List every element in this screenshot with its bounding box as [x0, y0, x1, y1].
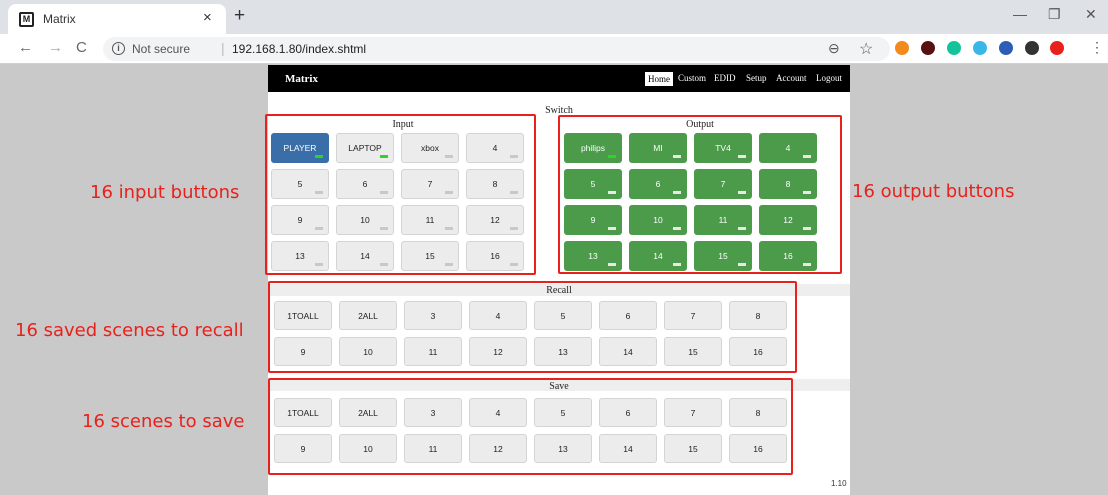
url-text[interactable]: 192.168.1.80/index.shtml [232, 42, 366, 56]
extensions-puzzle-icon[interactable] [1025, 41, 1039, 55]
recall-highlight-box [268, 281, 797, 373]
matrix-favicon-icon: M [19, 12, 34, 27]
browser-tab-bar: M Matrix × + — ❐ ✕ [0, 0, 1108, 34]
bookmark-star-icon[interactable]: ☆ [859, 39, 873, 59]
zoom-icon[interactable]: ⊖ [828, 40, 840, 57]
extension-4-icon[interactable] [973, 41, 987, 55]
address-bar[interactable]: i Not secure | 192.168.1.80/index.shtml … [103, 37, 890, 61]
info-icon[interactable]: i [112, 42, 125, 55]
nav-custom[interactable]: Custom [678, 73, 706, 83]
minimize-icon[interactable]: — [1013, 6, 1027, 22]
grammarly-icon[interactable] [947, 41, 961, 55]
nav-setup[interactable]: Setup [746, 73, 767, 83]
recall-annotation: 16 saved scenes to recall [15, 320, 244, 341]
security-label: Not secure [132, 42, 191, 56]
profile-extension-icon[interactable] [1050, 41, 1064, 55]
input-highlight-box [265, 114, 536, 275]
browser-tab[interactable]: M Matrix × [8, 4, 226, 34]
window-close-icon[interactable]: ✕ [1085, 6, 1097, 23]
tab-close-icon[interactable]: × [203, 9, 212, 26]
nav-edid[interactable]: EDID [714, 73, 736, 83]
browser-menu-icon[interactable]: ⋮ [1090, 39, 1104, 56]
version-label: 1.10 [831, 479, 847, 488]
restore-icon[interactable]: ❐ [1048, 6, 1061, 23]
extension-1-icon[interactable] [895, 41, 909, 55]
nav-logout[interactable]: Logout [816, 73, 842, 83]
forward-icon[interactable]: → [48, 39, 63, 56]
extension-2-icon[interactable] [921, 41, 935, 55]
nav-account[interactable]: Account [776, 73, 807, 83]
output-highlight-box [558, 115, 842, 274]
tab-title: Matrix [43, 12, 76, 26]
top-navbar: Matrix Home Custom EDID Setup Account Lo… [268, 65, 850, 92]
reload-icon[interactable]: C [76, 39, 87, 56]
url-separator: | [221, 40, 225, 56]
back-icon[interactable]: ← [18, 39, 33, 56]
browser-toolbar: ← → C i Not secure | 192.168.1.80/index.… [0, 34, 1108, 64]
input-annotation: 16 input buttons [90, 182, 240, 203]
save-highlight-box [268, 378, 793, 475]
save-annotation: 16 scenes to save [82, 411, 245, 432]
brand-title: Matrix [285, 73, 318, 85]
output-annotation: 16 output buttons [852, 181, 1015, 202]
nav-home[interactable]: Home [645, 72, 673, 86]
new-tab-icon[interactable]: + [234, 5, 245, 27]
extension-5-icon[interactable] [999, 41, 1013, 55]
